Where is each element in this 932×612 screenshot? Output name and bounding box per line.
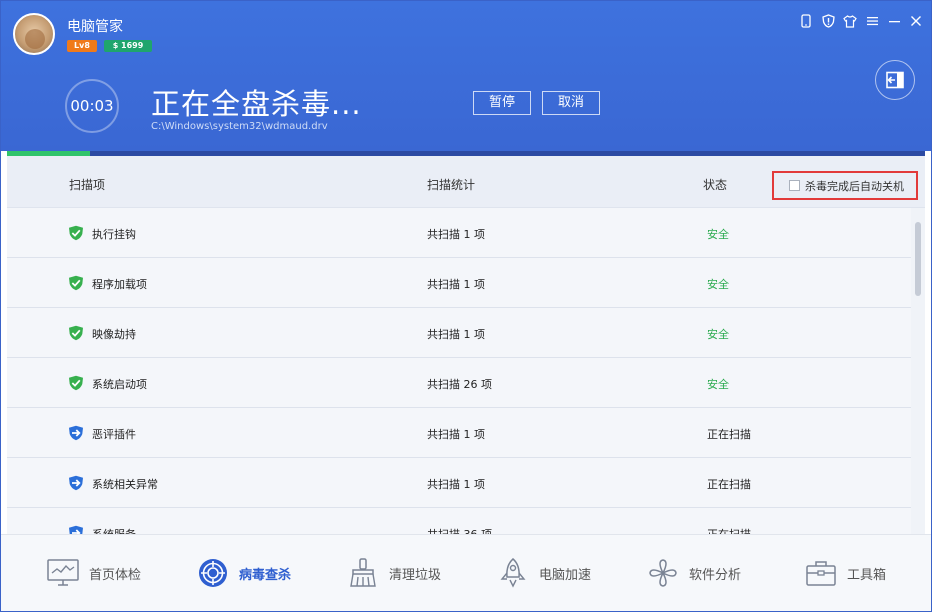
scan-item-status: 正在扫描 <box>707 526 751 534</box>
monitor-chart-icon <box>45 555 81 591</box>
scan-item-status: 安全 <box>707 278 729 291</box>
header: 电脑管家 Lv8 $ 1699 00:03 正在全盘杀毒... C:\Windo… <box>1 1 931 151</box>
header-status: 状态 <box>703 178 728 192</box>
menu-icon[interactable] <box>865 13 879 29</box>
scan-title: 正在全盘杀毒... <box>151 87 362 121</box>
shield-icon[interactable] <box>821 13 835 29</box>
header-scan-item: 扫描项 <box>69 178 106 192</box>
toolbox-icon <box>803 555 839 591</box>
scan-item-name: 系统启动项 <box>92 378 147 391</box>
nav-toolbox[interactable]: 工具箱 <box>803 555 886 591</box>
nav-item-label: 清理垃圾 <box>389 567 442 583</box>
scan-item-row: 执行挂钩 共扫描 1 项 安全 <box>7 208 911 258</box>
app-title: 电脑管家 <box>67 19 123 35</box>
app-window: 电脑管家 Lv8 $ 1699 00:03 正在全盘杀毒... C:\Windo… <box>0 0 932 612</box>
auto-shutdown-option[interactable]: 杀毒完成后自动关机 <box>772 171 918 200</box>
nav-item-label: 软件分析 <box>689 567 742 583</box>
shield-check-icon <box>68 225 84 241</box>
scan-item-stats: 共扫描 1 项 <box>427 278 485 291</box>
shield-check-icon <box>68 325 84 341</box>
cancel-button[interactable]: 取消 <box>542 91 600 115</box>
nav-speed-up[interactable]: 电脑加速 <box>495 555 591 591</box>
scan-item-stats: 共扫描 26 项 <box>427 378 492 391</box>
nav-item-label: 病毒查杀 <box>239 567 292 583</box>
scan-item-status: 正在扫描 <box>707 428 751 441</box>
shield-check-icon <box>68 375 84 391</box>
scan-item-name: 映像劫持 <box>92 328 136 341</box>
scan-item-row: 系统启动项 共扫描 26 项 安全 <box>7 358 911 408</box>
scan-item-status: 正在扫描 <box>707 478 751 491</box>
nav-software-analysis[interactable]: 软件分析 <box>645 555 741 591</box>
rocket-icon <box>495 555 531 591</box>
coin-badge[interactable]: $ 1699 <box>104 40 152 52</box>
scan-item-stats: 共扫描 1 项 <box>427 428 485 441</box>
scan-item-status: 安全 <box>707 228 729 241</box>
header-scan-stats: 扫描统计 <box>427 178 476 192</box>
broom-icon <box>345 555 381 591</box>
scan-item-stats: 共扫描 1 项 <box>427 228 485 241</box>
scan-item-name: 执行挂钩 <box>92 228 136 241</box>
current-file-path: C:\Windows\system32\wdmaud.drv <box>151 121 328 132</box>
nav-item-label: 首页体检 <box>89 567 142 583</box>
scan-items-list: 执行挂钩 共扫描 1 项安全 程序加载项 共扫描 1 项安全 映像劫持 共扫描 1 项安全… <box>7 208 911 534</box>
auto-shutdown-checkbox[interactable] <box>789 180 800 191</box>
scan-item-row: 系统服务 共扫描 36 项 正在扫描 <box>7 508 911 534</box>
phone-icon[interactable] <box>799 13 813 29</box>
scan-item-row: 映像劫持 共扫描 1 项 安全 <box>7 308 911 358</box>
scan-item-row: 恶评插件 共扫描 1 项 正在扫描 <box>7 408 911 458</box>
scan-item-row: 系统相关异常 共扫描 1 项 正在扫描 <box>7 458 911 508</box>
window-controls <box>799 13 923 29</box>
scan-item-name: 系统相关异常 <box>92 478 158 491</box>
scan-results-panel: 扫描项 扫描统计 状态 杀毒完成后自动关机 执行挂钩 共扫描 1 项安全 程序加载项… <box>7 156 925 534</box>
scan-item-name: 恶评插件 <box>92 428 136 441</box>
user-avatar[interactable] <box>13 13 55 55</box>
close-icon[interactable] <box>909 13 923 29</box>
radar-target-icon <box>195 555 231 591</box>
shield-check-icon <box>68 275 84 291</box>
shield-arrow-icon <box>68 475 84 491</box>
nav-item-label: 工具箱 <box>847 567 887 583</box>
auto-shutdown-label: 杀毒完成后自动关机 <box>805 179 904 193</box>
scan-item-stats: 共扫描 1 项 <box>427 478 485 491</box>
scan-item-stats: 共扫描 1 项 <box>427 328 485 341</box>
scan-item-row: 程序加载项 共扫描 1 项 安全 <box>7 258 911 308</box>
bottom-nav: 首页体检 病毒查杀 清理垃圾 电脑加速 软件分析 工具箱 <box>1 534 931 611</box>
scan-item-status: 安全 <box>707 378 729 391</box>
level-badge[interactable]: Lv8 <box>67 40 97 52</box>
scrollbar-thumb[interactable] <box>915 222 921 296</box>
shield-arrow-icon <box>68 425 84 441</box>
nav-home-checkup[interactable]: 首页体检 <box>45 555 141 591</box>
scan-item-status: 安全 <box>707 328 729 341</box>
scan-item-name: 系统服务 <box>92 526 136 534</box>
scan-item-name: 程序加载项 <box>92 278 147 291</box>
minimize-icon[interactable] <box>887 13 901 29</box>
skin-shirt-icon[interactable] <box>843 13 857 29</box>
shield-arrow-icon <box>68 525 84 534</box>
table-header: 扫描项 扫描统计 状态 杀毒完成后自动关机 <box>7 156 925 208</box>
clover-icon <box>645 555 681 591</box>
exit-panel-button[interactable] <box>875 60 915 100</box>
pause-button[interactable]: 暂停 <box>473 91 531 115</box>
exit-panel-icon <box>886 71 904 89</box>
nav-virus-scan[interactable]: 病毒查杀 <box>195 555 291 591</box>
nav-clean-junk[interactable]: 清理垃圾 <box>345 555 441 591</box>
scan-timer: 00:03 <box>65 79 119 133</box>
scan-item-stats: 共扫描 36 项 <box>427 526 492 534</box>
nav-item-label: 电脑加速 <box>539 567 592 583</box>
